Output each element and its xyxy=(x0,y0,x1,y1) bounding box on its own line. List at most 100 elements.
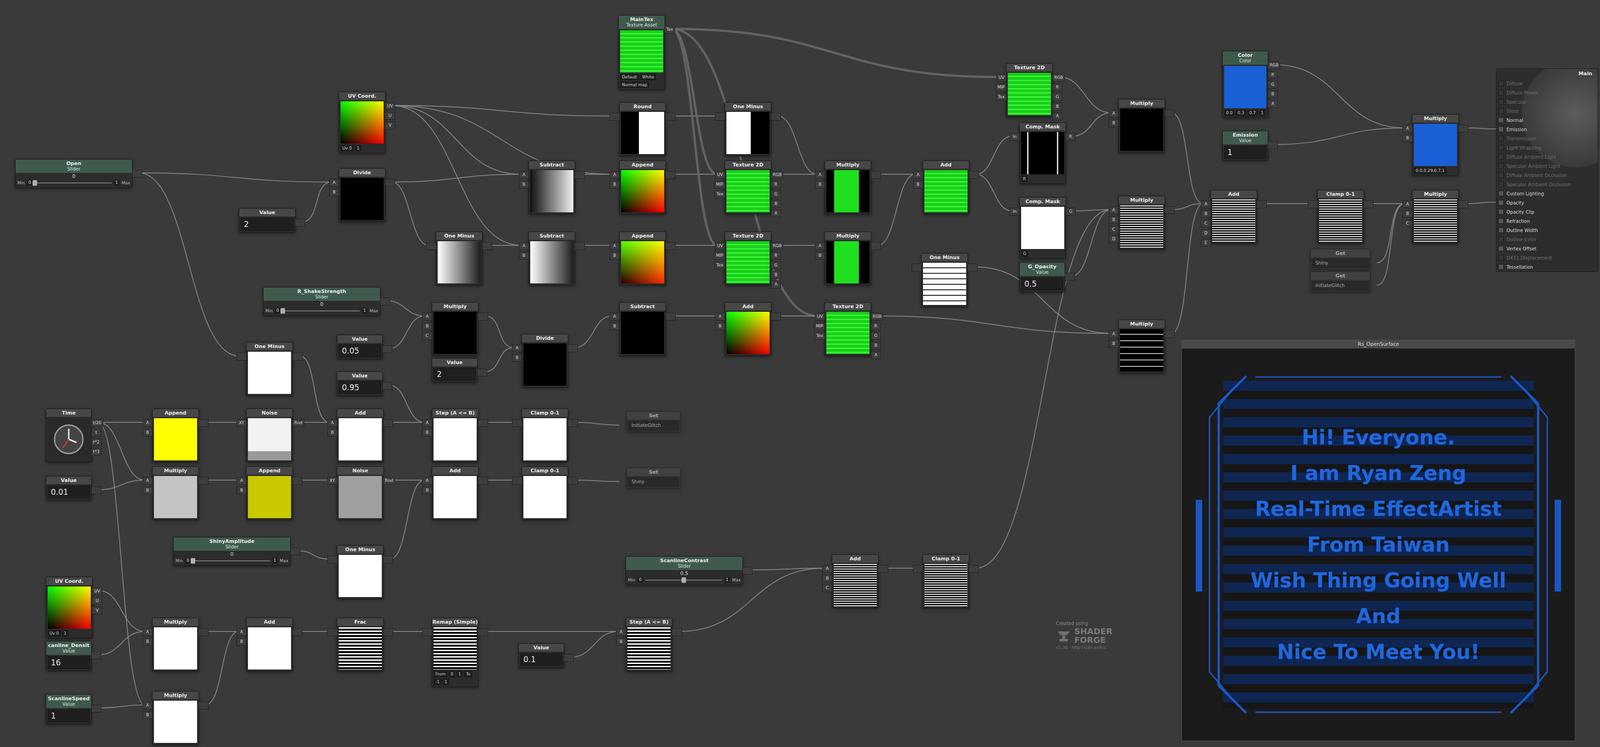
graph-node[interactable]: Value0.95 xyxy=(336,371,383,396)
graph-node[interactable]: Clamp 0-1 xyxy=(521,466,569,520)
output-port[interactable]: G xyxy=(870,331,881,340)
slider-track[interactable] xyxy=(34,182,112,184)
main-input[interactable]: Specular Ambient Occlusion xyxy=(1496,179,1598,189)
slider-knob[interactable] xyxy=(681,577,687,583)
output-port[interactable] xyxy=(1164,206,1175,215)
input-port[interactable]: A xyxy=(327,418,338,427)
graph-node[interactable]: Step (A <= B)AB xyxy=(431,408,479,462)
input-port[interactable]: B xyxy=(1200,209,1211,218)
graph-node[interactable]: SubtractAB xyxy=(528,231,576,286)
graph-node[interactable]: SubtractAB xyxy=(528,160,576,215)
input-port[interactable]: C xyxy=(422,331,433,340)
output-port[interactable] xyxy=(292,627,303,636)
input-stub[interactable] xyxy=(1498,135,1504,142)
main-input[interactable]: Diffuse Ambient Occlusion xyxy=(1496,170,1598,180)
node-canvas[interactable]: MainTexTexture AssetDefaultWhiteNormal m… xyxy=(0,0,1600,747)
value-field[interactable]: 0.95 xyxy=(338,380,381,394)
main-input[interactable]: DX11 Displacement xyxy=(1496,252,1598,263)
output-port[interactable]: A xyxy=(770,209,781,218)
output-port[interactable]: G xyxy=(770,190,781,198)
output-port[interactable] xyxy=(574,241,585,250)
main-input[interactable]: Tessellation xyxy=(1496,262,1598,272)
input-stub[interactable] xyxy=(1498,236,1504,242)
output-port[interactable]: RGB xyxy=(870,312,884,321)
output-port[interactable]: G xyxy=(770,261,781,270)
output-port[interactable] xyxy=(383,418,394,427)
graph-node[interactable]: Step (A <= B)AB xyxy=(625,617,673,671)
graph-node[interactable]: OpenSlider0Min01Max xyxy=(15,159,133,188)
output-port[interactable] xyxy=(878,564,889,573)
input-stub[interactable] xyxy=(1498,254,1504,261)
graph-node[interactable]: DivideAB xyxy=(338,168,386,222)
input-port[interactable] xyxy=(609,112,620,121)
output-port[interactable] xyxy=(1458,124,1469,133)
output-port[interactable]: A xyxy=(1267,99,1278,108)
output-port[interactable] xyxy=(567,476,578,485)
input-port[interactable]: B xyxy=(142,428,153,437)
graph-node[interactable]: Texture 2DUVMIPTexRGBRGBA xyxy=(724,160,772,215)
footer-field[interactable]: 1 xyxy=(442,678,450,685)
graph-node[interactable]: Texture 2DUVMIPTexRGBRGBA xyxy=(1006,63,1053,117)
output-port[interactable] xyxy=(870,170,881,179)
output-port[interactable] xyxy=(478,627,489,636)
graph-node[interactable]: Round xyxy=(619,102,666,156)
output-port[interactable] xyxy=(478,418,489,427)
graph-node[interactable]: Remap (Simple)From01To-11 xyxy=(431,617,479,687)
value-field[interactable]: Shiny xyxy=(628,477,679,487)
graph-node[interactable]: Comp. MaskGInG xyxy=(1019,197,1067,259)
output-port[interactable]: V xyxy=(384,121,396,130)
input-port[interactable]: B xyxy=(615,637,627,646)
graph-node[interactable]: AddAB xyxy=(246,617,293,671)
output-port[interactable] xyxy=(382,381,393,390)
input-port[interactable]: A xyxy=(422,312,433,321)
input-port[interactable]: A xyxy=(236,476,247,485)
input-port[interactable]: A xyxy=(814,170,825,179)
graph-node[interactable]: UV Coord.Uv 01UVUV xyxy=(338,91,386,154)
input-stub[interactable] xyxy=(1498,80,1504,87)
input-port[interactable]: B xyxy=(422,486,433,495)
input-port[interactable]: A xyxy=(518,241,529,250)
value-field[interactable]: 0.5 xyxy=(1021,277,1064,291)
graph-node[interactable]: Clamp 0-1 xyxy=(521,408,569,462)
graph-node[interactable]: MultiplyAB xyxy=(152,466,199,520)
output-port[interactable]: Rnd xyxy=(383,476,396,485)
input-port[interactable]: B xyxy=(1108,119,1119,127)
graph-node[interactable]: AddABCDE xyxy=(1210,189,1258,244)
input-stub[interactable] xyxy=(1498,98,1504,105)
input-port[interactable] xyxy=(911,263,922,272)
graph-node[interactable]: Clamp 0-1 xyxy=(1317,189,1364,244)
graph-node[interactable]: ScanlineSpeedValue1 xyxy=(45,693,92,724)
output-port[interactable]: t*2 xyxy=(91,438,102,446)
input-port[interactable] xyxy=(1307,200,1318,209)
footer-field[interactable]: R xyxy=(1021,175,1028,182)
input-port[interactable]: Tex xyxy=(714,190,726,198)
input-port[interactable]: B xyxy=(1402,209,1413,218)
output-port[interactable] xyxy=(671,627,682,636)
value-field[interactable]: 2 xyxy=(240,217,294,231)
slider-min[interactable]: 0 xyxy=(274,307,281,314)
input-port[interactable]: A xyxy=(1108,109,1119,118)
output-port[interactable] xyxy=(968,170,979,179)
input-port[interactable]: A xyxy=(615,627,627,636)
output-port[interactable] xyxy=(478,312,489,321)
main-input[interactable]: Diffuse Power xyxy=(1496,87,1598,98)
input-port[interactable]: E xyxy=(1200,238,1211,247)
output-port[interactable]: t xyxy=(91,428,102,437)
output-port[interactable]: G xyxy=(1052,93,1063,101)
input-port[interactable] xyxy=(912,564,924,573)
input-stub[interactable] xyxy=(1498,144,1504,151)
input-port[interactable]: A xyxy=(609,170,620,179)
output-port[interactable]: R xyxy=(1052,83,1063,92)
input-stub[interactable] xyxy=(1498,163,1504,169)
graph-node[interactable]: AppendAB xyxy=(246,466,293,520)
input-port[interactable]: A xyxy=(822,564,833,573)
output-port[interactable] xyxy=(1164,109,1175,118)
slider-knob[interactable] xyxy=(280,307,286,314)
input-port[interactable]: B xyxy=(142,637,153,646)
input-port[interactable]: B xyxy=(422,322,433,330)
input-port[interactable]: B xyxy=(912,180,924,189)
input-port[interactable]: A xyxy=(422,476,433,485)
input-port[interactable]: A xyxy=(142,627,153,636)
input-port[interactable]: Tex xyxy=(714,261,726,270)
input-port[interactable]: A xyxy=(814,241,825,250)
